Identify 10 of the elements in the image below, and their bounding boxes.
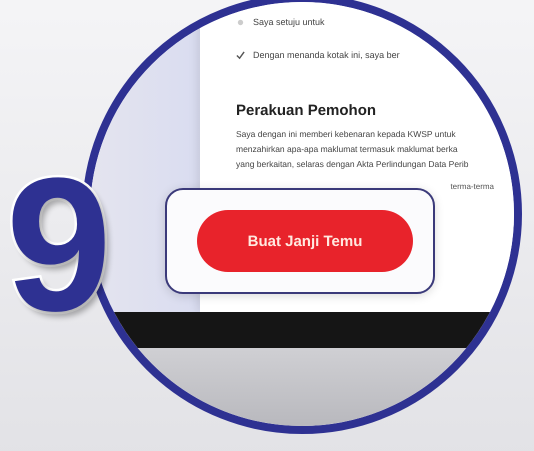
- consent-text: Saya setuju untuk: [253, 17, 325, 27]
- paragraph-line: menzahirkan apa-apa maklumat termasuk maklumat berka: [236, 143, 459, 156]
- terms-text: terma-terma: [450, 182, 494, 191]
- section-heading: Perakuan Pemohon: [236, 102, 378, 119]
- checkbox-icon[interactable]: [236, 18, 245, 26]
- paragraph-line: Saya dengan ini memberi kebenaran kepada KWSP untuk: [236, 128, 457, 141]
- consent-text: Dengan menanda kotak ini, saya ber: [253, 50, 400, 60]
- appointment-button[interactable]: Buat Janji Temu: [197, 210, 413, 272]
- checkbox-checked-icon[interactable]: [236, 50, 245, 60]
- paragraph-line: yang berkaitan, selaras dengan Akta Perlindungan Data Perib: [236, 158, 470, 171]
